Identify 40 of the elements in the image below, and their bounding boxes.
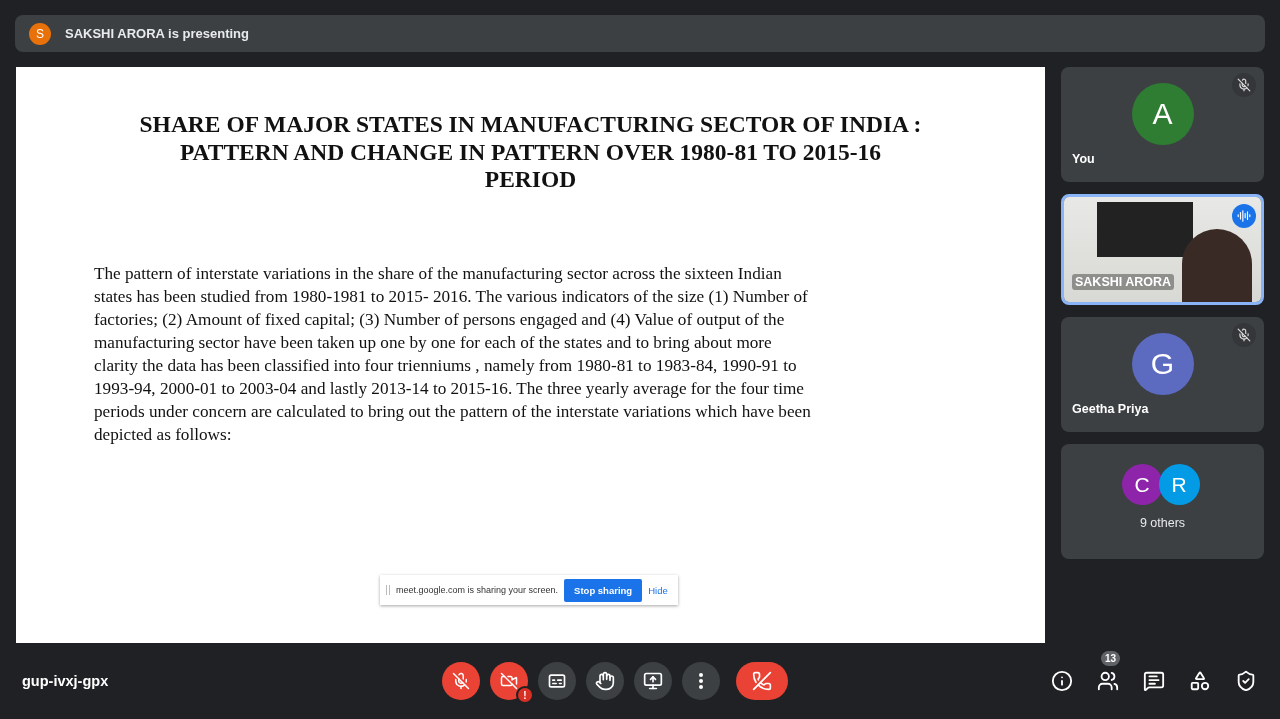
- others-count: 9 others: [1139, 516, 1186, 530]
- hand-icon: [595, 671, 615, 691]
- stop-sharing-button[interactable]: Stop sharing: [564, 578, 643, 602]
- shapes-icon: [1189, 670, 1211, 692]
- info-icon: [1051, 670, 1073, 692]
- slide-title: SHARE OF MAJOR STATES IN MANUFACTURING SECTOR OF INDIA : PATTERN AND CHANGE IN PATTERN OVER 1980-81 TO 2015-16 PERIOD: [139, 111, 922, 194]
- more-icon: [699, 673, 703, 689]
- participant-avatar: C: [1121, 464, 1163, 505]
- participant-name: You: [1072, 152, 1095, 166]
- captions-button[interactable]: [538, 662, 576, 700]
- presenter-text: SAKSHI ARORA is presenting: [65, 26, 249, 41]
- participant-name: SAKSHI ARORA: [1072, 274, 1175, 290]
- slide-paragraph: The pattern of interstate variations in the share of the manufacturing sector across the sixteen Indian states has been studied from 1980-1981 to 2015- 2016. The various indicators of the size (1) Number of factories; (2) Amount of fixed capital; (3) Number of persons engaged and (4) Value of output of the manufacturing sector have been taken up one by one for each of the states and to bring about more clarity the data has been classified into four trienniums , namely from 1980-81 to 1983-84, 1990-91 to 1993-94, 2000-01 to 2003-04 and lastly 2013-14 to 2015-16. The three yearly average for the four time periods under concern are calculated to bring out the pattern of the interstate variations which have been depicted as follows:: [94, 262, 811, 447]
- present-screen-icon: [643, 671, 663, 691]
- participant-avatar: G: [1131, 333, 1194, 395]
- present-button[interactable]: [634, 662, 672, 700]
- mic-button[interactable]: [442, 662, 480, 700]
- people-icon: [1097, 670, 1119, 692]
- chat-button[interactable]: [1142, 669, 1166, 693]
- more-button[interactable]: [682, 662, 720, 700]
- drag-handle-icon[interactable]: [386, 585, 390, 595]
- sharing-text: meet.google.com is sharing your screen.: [396, 585, 559, 595]
- participant-name: Geetha Priya: [1072, 402, 1149, 416]
- hand-button[interactable]: [586, 662, 624, 700]
- shield-icon: [1235, 670, 1257, 692]
- captions-icon: [547, 671, 567, 691]
- mic-off-icon: [452, 672, 470, 690]
- hangup-button[interactable]: [736, 662, 788, 700]
- presenter-avatar: S: [29, 22, 51, 45]
- activities-button[interactable]: [1188, 669, 1212, 693]
- camera-off-icon: [500, 672, 518, 690]
- chat-icon: [1143, 670, 1165, 692]
- count-badge: 13: [1101, 651, 1121, 666]
- alert-badge: !: [516, 686, 534, 704]
- hide-link[interactable]: Hide: [648, 584, 668, 596]
- participant-avatar: A: [1131, 83, 1194, 145]
- meeting-code: gup-ivxj-gpx: [22, 673, 110, 689]
- participant-avatar: R: [1158, 464, 1200, 505]
- phone-icon: [752, 671, 772, 691]
- info-button[interactable]: [1050, 669, 1074, 693]
